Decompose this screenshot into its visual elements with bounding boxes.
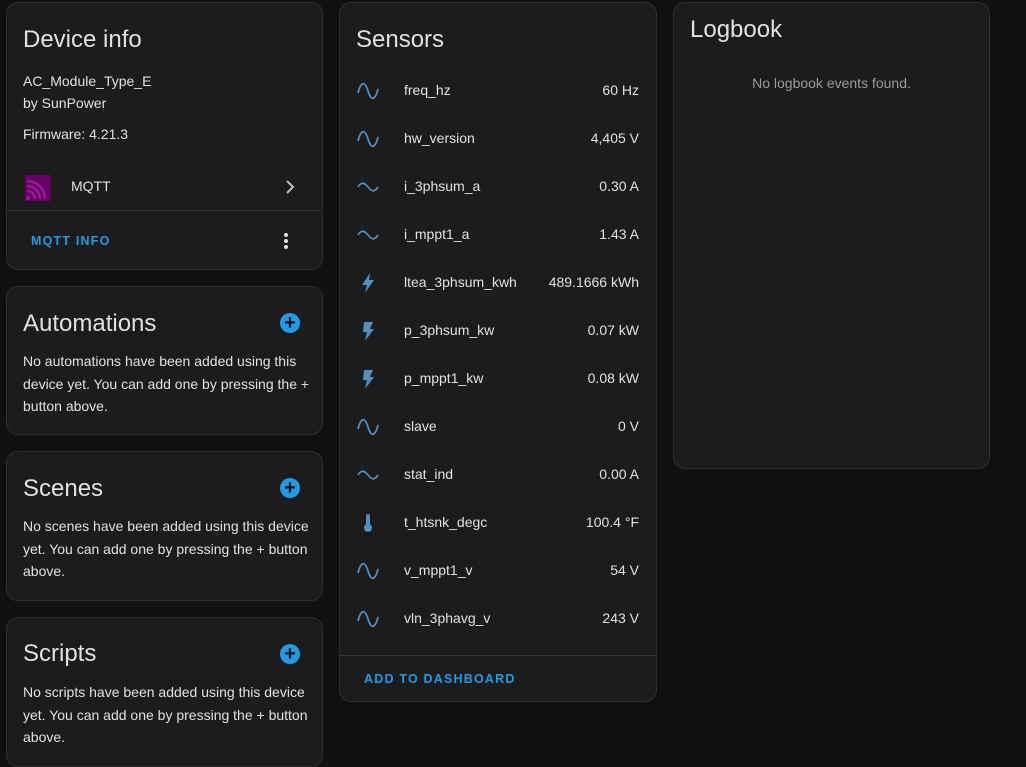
sine-wave-icon bbox=[356, 127, 380, 151]
sensor-value: 0.30 A bbox=[599, 178, 639, 194]
sensor-name: p_3phsum_kw bbox=[404, 322, 495, 338]
sensor-value: 489.1666 kWh bbox=[548, 274, 639, 290]
scripts-card: Scripts + No scripts have been added usi… bbox=[6, 617, 323, 767]
sine-wave-icon bbox=[356, 415, 380, 439]
sensor-row[interactable]: p_3phsum_kw 0.07 kW bbox=[340, 307, 655, 355]
sensor-row[interactable]: i_mppt1_a 1.43 A bbox=[340, 211, 655, 259]
mqtt-icon bbox=[25, 175, 51, 201]
sensor-row[interactable]: t_htsnk_degc 100.4 °F bbox=[340, 499, 655, 547]
sensor-value: 54 V bbox=[610, 562, 639, 578]
flash-icon bbox=[356, 319, 380, 343]
device-info-divider bbox=[7, 210, 322, 211]
sensor-value: 100.4 °F bbox=[585, 514, 639, 530]
sensors-card: Sensors freq_hz 60 Hz hw_version 4,405 V i_3… bbox=[339, 2, 657, 702]
sine-wave-icon bbox=[356, 607, 380, 631]
sensor-name: vln_3phavg_v bbox=[404, 610, 491, 626]
sine-wave-icon bbox=[356, 559, 380, 583]
sensor-row[interactable]: stat_ind 0.00 A bbox=[340, 451, 655, 499]
thermometer-icon bbox=[356, 511, 380, 535]
sensor-name: t_htsnk_degc bbox=[404, 514, 488, 530]
sensor-row[interactable]: v_mppt1_v 54 V bbox=[340, 547, 655, 595]
sensor-row[interactable]: freq_hz 60 Hz bbox=[340, 67, 655, 115]
sensor-value: 0 V bbox=[617, 418, 639, 434]
scripts-title: Scripts bbox=[23, 640, 97, 667]
sensor-name: slave bbox=[404, 418, 437, 434]
logbook-card: Logbook No logbook events found. bbox=[673, 2, 990, 469]
sensor-value: 60 Hz bbox=[602, 82, 639, 98]
add-scene-button[interactable]: + bbox=[280, 478, 300, 498]
sensor-row[interactable]: vln_3phavg_v 243 V bbox=[340, 595, 655, 643]
sensor-value: 4,405 V bbox=[590, 130, 639, 146]
sensor-row[interactable]: slave 0 V bbox=[340, 403, 655, 451]
device-manufacturer: by SunPower bbox=[23, 95, 107, 111]
automations-empty-text: No automations have been added using thi… bbox=[23, 353, 310, 414]
mqtt-integration-row[interactable]: MQTT bbox=[7, 163, 322, 211]
device-model: AC_Module_Type_E bbox=[23, 73, 152, 89]
more-vertical-icon[interactable] bbox=[280, 231, 292, 251]
sensor-row[interactable]: hw_version 4,405 V bbox=[340, 115, 655, 163]
add-automation-button[interactable]: + bbox=[280, 313, 300, 333]
sensor-name: hw_version bbox=[404, 130, 475, 146]
mqtt-integration-label: MQTT bbox=[71, 178, 111, 194]
automations-title: Automations bbox=[23, 310, 157, 337]
sensor-name: v_mppt1_v bbox=[404, 562, 473, 578]
scenes-title: Scenes bbox=[23, 475, 104, 502]
logbook-empty-text: No logbook events found. bbox=[752, 75, 911, 91]
flash-icon bbox=[356, 367, 380, 391]
mqtt-info-button[interactable]: MQTT INFO bbox=[31, 234, 111, 248]
current-ac-icon bbox=[356, 463, 380, 487]
sensor-row[interactable]: i_3phsum_a 0.30 A bbox=[340, 163, 655, 211]
sensor-value: 0.08 kW bbox=[587, 370, 639, 386]
sensor-name: freq_hz bbox=[404, 82, 451, 98]
sensor-name: i_3phsum_a bbox=[404, 178, 481, 194]
sensors-divider bbox=[340, 655, 656, 656]
chevron-right-icon bbox=[280, 177, 300, 197]
sensor-list: freq_hz 60 Hz hw_version 4,405 V i_3phsum_a 0… bbox=[340, 67, 656, 643]
sensors-title: Sensors bbox=[356, 26, 445, 53]
device-firmware: Firmware: 4.21.3 bbox=[23, 126, 129, 142]
device-info-title: Device info bbox=[23, 26, 142, 53]
scenes-empty-text: No scenes have been added using this dev… bbox=[23, 518, 309, 579]
scenes-card: Scenes + No scenes have been added using… bbox=[6, 451, 323, 601]
scripts-empty-text: No scripts have been added using this de… bbox=[23, 684, 308, 745]
sensor-name: stat_ind bbox=[404, 466, 454, 482]
sensor-value: 0.07 kW bbox=[587, 322, 639, 338]
logbook-title: Logbook bbox=[690, 16, 783, 43]
sensor-value: 243 V bbox=[602, 610, 639, 626]
sensor-value: 0.00 A bbox=[599, 466, 639, 482]
sensor-row[interactable]: p_mppt1_kw 0.08 kW bbox=[340, 355, 655, 403]
current-ac-icon bbox=[356, 175, 380, 199]
automations-card: Automations + No automations have been a… bbox=[6, 286, 323, 435]
sine-wave-icon bbox=[356, 79, 380, 103]
add-script-button[interactable]: + bbox=[280, 644, 300, 664]
device-info-card: Device info AC_Module_Type_E by SunPower… bbox=[6, 2, 323, 270]
sensor-name: i_mppt1_a bbox=[404, 226, 470, 242]
lightning-bolt-icon bbox=[356, 271, 380, 295]
sensor-row[interactable]: ltea_3phsum_kwh 489.1666 kWh bbox=[340, 259, 655, 307]
add-to-dashboard-button[interactable]: ADD TO DASHBOARD bbox=[364, 672, 516, 686]
current-ac-icon bbox=[356, 223, 380, 247]
sensor-value: 1.43 A bbox=[599, 226, 639, 242]
sensor-name: ltea_3phsum_kwh bbox=[404, 274, 517, 290]
sensor-name: p_mppt1_kw bbox=[404, 370, 484, 386]
